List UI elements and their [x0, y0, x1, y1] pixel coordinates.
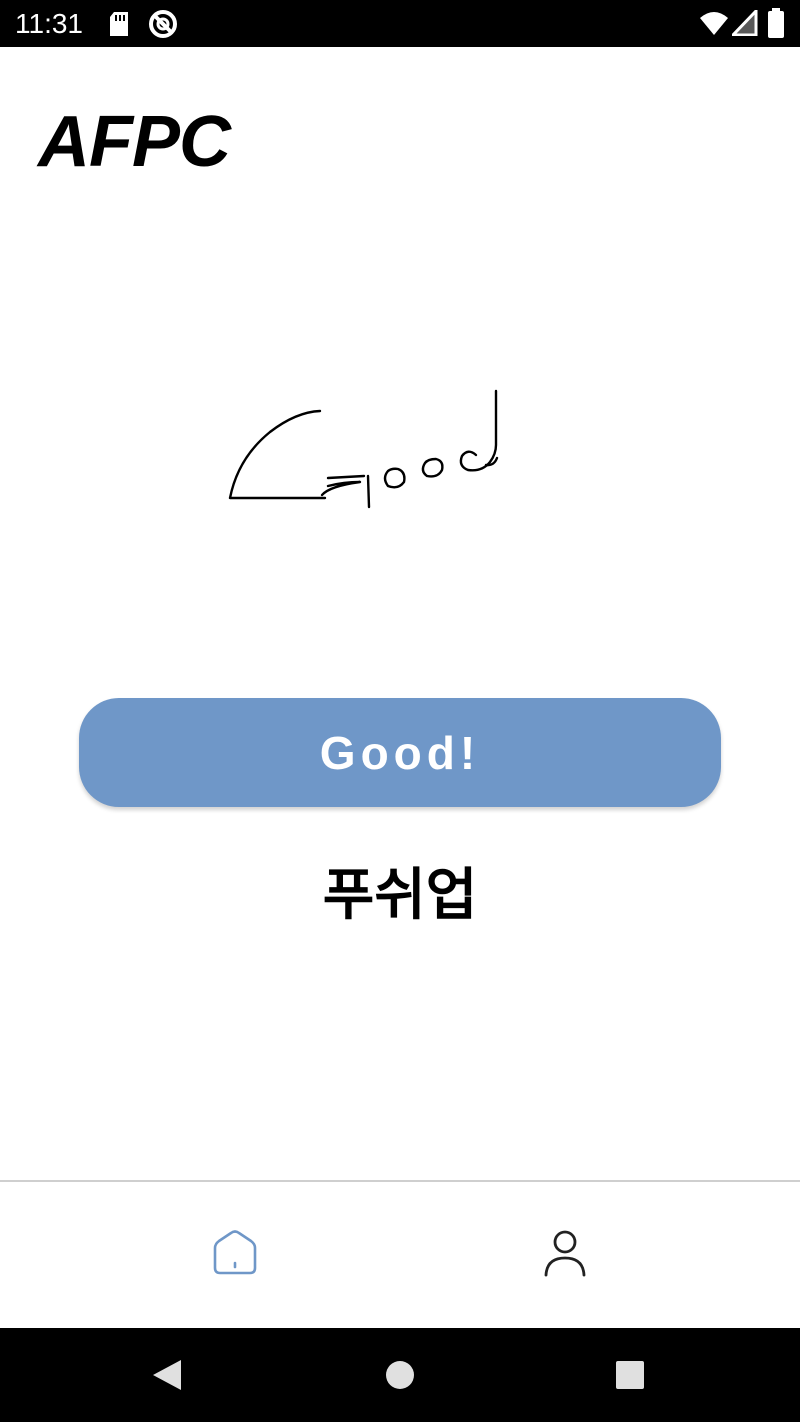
sd-card-icon [108, 11, 130, 41]
result-text: 푸쉬업 [322, 863, 478, 928]
drawing-stroke [366, 474, 371, 509]
drawing-canvas[interactable] [0, 370, 800, 534]
good-button-label: Good! [319, 726, 481, 779]
battery-icon [767, 8, 785, 42]
home-circle-icon[interactable] [385, 1360, 415, 1394]
nav-item-profile[interactable] [365, 1182, 765, 1328]
system-nav-bar [0, 1328, 800, 1422]
drawing-stroke [421, 457, 444, 478]
no-disturb-icon [148, 9, 178, 43]
status-bar: 11:31 [0, 0, 800, 47]
status-time: 11:31 [15, 8, 83, 39]
good-button[interactable]: Good! [79, 698, 721, 807]
home-icon [211, 1230, 259, 1280]
wifi-icon [699, 10, 729, 40]
drawing-stroke [459, 389, 498, 472]
recents-icon[interactable] [615, 1360, 645, 1394]
back-icon[interactable] [150, 1358, 184, 1396]
app-title: AFPC [38, 102, 231, 182]
drawing-stroke [326, 474, 366, 480]
signal-icon [729, 7, 758, 40]
drawing-stroke [228, 409, 327, 500]
bottom-nav [0, 1180, 800, 1328]
drawing-stroke [383, 467, 406, 489]
drawing-stroke [320, 480, 362, 497]
profile-icon [543, 1229, 587, 1281]
